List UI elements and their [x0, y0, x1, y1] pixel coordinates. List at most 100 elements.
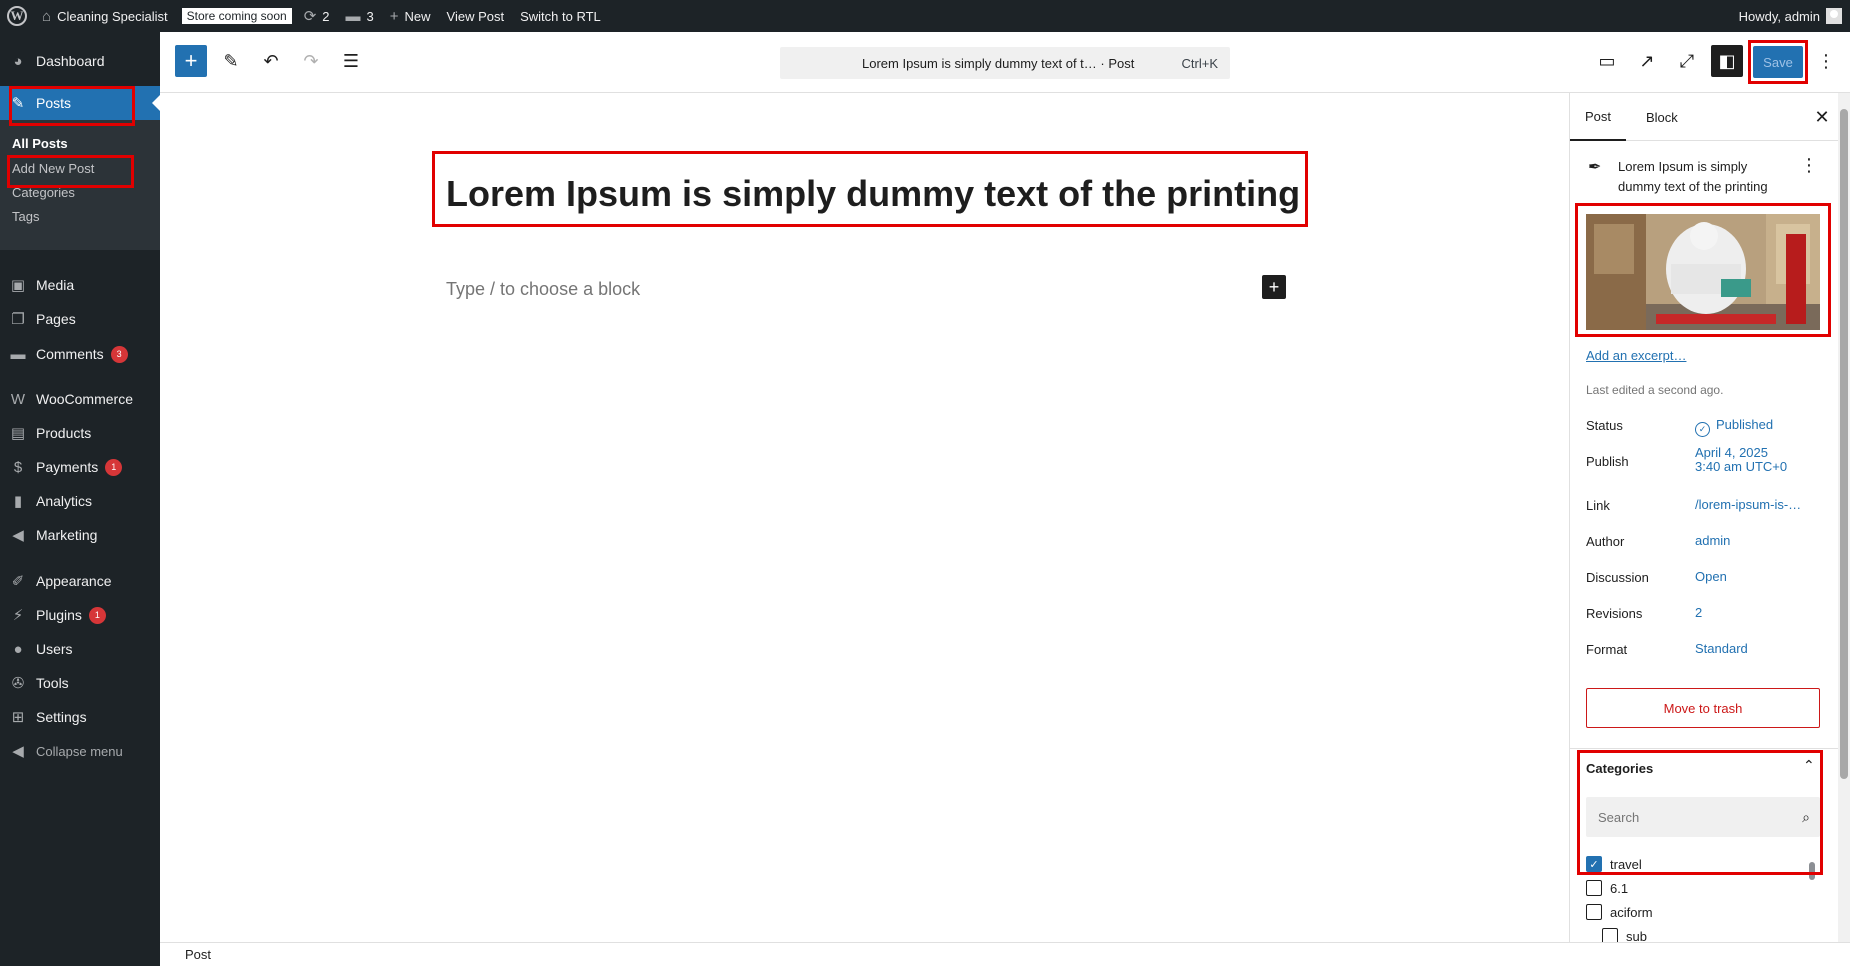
tools-button[interactable]: ✎	[215, 45, 247, 77]
switch-rtl-link[interactable]: Switch to RTL	[512, 0, 609, 32]
site-name-link[interactable]: ⌂ Cleaning Specialist	[34, 0, 176, 32]
category-checkbox[interactable]: ✓	[1586, 856, 1602, 872]
author-label: Author	[1586, 534, 1625, 549]
menu-label: WooCommerce	[36, 391, 133, 407]
wordpress-logo-menu[interactable]: W	[0, 0, 34, 32]
document-overview-button[interactable]: ☰	[335, 45, 367, 77]
chevron-up-icon[interactable]: ⌃	[1803, 757, 1815, 774]
post-actions-button[interactable]: ⋮	[1800, 155, 1818, 176]
add-block-button[interactable]: +	[1262, 275, 1286, 299]
account-menu[interactable]: Howdy, admin	[1731, 0, 1850, 32]
submenu-categories[interactable]: Categories	[12, 185, 75, 200]
move-to-trash-button[interactable]: Move to trash	[1586, 688, 1820, 728]
document-bar[interactable]: Lorem Ipsum is simply dummy text of t… ·…	[780, 47, 1230, 79]
publish-label: Publish	[1586, 454, 1629, 469]
post-title[interactable]: Lorem Ipsum is simply dummy text of the …	[446, 173, 1306, 215]
preview-button[interactable]: ▭	[1591, 45, 1623, 77]
menu-plugins[interactable]: ⚡ Plugins 1	[0, 598, 160, 632]
view-post-button[interactable]: ↗	[1631, 45, 1663, 77]
permalink-button[interactable]: /lorem-ipsum-is-…	[1695, 498, 1801, 512]
store-badge-item[interactable]: Store coming soon	[176, 0, 296, 32]
undo-button[interactable]: ↶	[255, 45, 287, 77]
menu-label: Collapse menu	[36, 743, 123, 759]
submenu-tags[interactable]: Tags	[12, 209, 39, 224]
categories-panel-toggle[interactable]: Categories	[1586, 761, 1653, 776]
editor-header: + ✎ ↶ ↷ ☰ Lorem Ipsum is simply dummy te…	[160, 32, 1850, 93]
menu-comments[interactable]: ▬ Comments 3	[0, 337, 160, 371]
menu-marketing[interactable]: ◀ Marketing	[0, 518, 160, 552]
revisions-label: Revisions	[1586, 606, 1643, 621]
author-button[interactable]: admin	[1695, 534, 1730, 548]
menu-label: Marketing	[36, 527, 98, 543]
sidebar-icon: ◧	[1718, 50, 1736, 71]
category-checkbox[interactable]	[1602, 928, 1618, 942]
save-button[interactable]: Save	[1753, 46, 1803, 78]
document-title: Lorem Ipsum is simply dummy text of t… ·…	[862, 55, 1135, 71]
editor-footer: Post	[160, 942, 1850, 966]
post-feather-icon: ✒	[1588, 159, 1602, 176]
close-sidebar-button[interactable]: ✕	[1810, 105, 1834, 129]
menu-products[interactable]: ▤ Products	[0, 416, 160, 450]
block-breadcrumb[interactable]: Post	[185, 947, 211, 962]
submenu-add-new-post[interactable]: Add New Post	[12, 161, 94, 176]
fullscreen-button[interactable]: ⤢	[1671, 45, 1703, 77]
category-item-sub[interactable]: sub	[1602, 928, 1647, 942]
collapse-icon: ◀	[12, 743, 24, 760]
category-search-input[interactable]	[1598, 809, 1778, 825]
block-placeholder[interactable]: Type / to choose a block	[446, 279, 640, 300]
category-item-6-1[interactable]: 6.1	[1586, 880, 1628, 896]
category-item-travel[interactable]: ✓ travel	[1586, 856, 1642, 872]
view-post-link[interactable]: View Post	[439, 0, 513, 32]
redo-button[interactable]: ↷	[295, 45, 327, 77]
category-item-aciform[interactable]: aciform	[1586, 904, 1653, 920]
options-button[interactable]: ⋮	[1810, 45, 1842, 77]
new-content-link[interactable]: + New	[382, 0, 439, 32]
settings-icon: ⊞	[11, 709, 25, 726]
sidebar-scrollbar[interactable]	[1838, 93, 1850, 942]
category-checkbox[interactable]	[1586, 880, 1602, 896]
categories-scrollbar[interactable]	[1808, 850, 1816, 942]
collapse-menu-button[interactable]: ◀ Collapse menu	[0, 734, 160, 768]
menu-payments[interactable]: $ Payments 1	[0, 450, 160, 484]
revisions-button[interactable]: 2	[1695, 606, 1702, 620]
status-value-button[interactable]: ✓ Published	[1695, 418, 1773, 437]
block-inserter-button[interactable]: +	[175, 45, 207, 77]
comments-link[interactable]: ▬ 3	[338, 0, 382, 32]
scrollbar-thumb[interactable]	[1840, 109, 1848, 779]
new-label: New	[404, 8, 431, 24]
avatar	[1826, 8, 1842, 24]
menu-label: Analytics	[36, 493, 93, 509]
menu-dashboard[interactable]: ◕ Dashboard	[0, 44, 160, 78]
discussion-button[interactable]: Open	[1695, 570, 1727, 584]
woocommerce-icon: W	[10, 390, 26, 408]
menu-media[interactable]: ▣ Media	[0, 268, 160, 302]
last-edited-text: Last edited a second ago.	[1586, 383, 1724, 397]
submenu-all-posts[interactable]: All Posts	[12, 136, 68, 151]
menu-users[interactable]: ● Users	[0, 632, 160, 666]
menu-appearance[interactable]: ✐ Appearance	[0, 564, 160, 598]
category-checkbox[interactable]	[1586, 904, 1602, 920]
menu-woocommerce[interactable]: W WooCommerce	[0, 382, 160, 416]
payments-icon: $	[13, 458, 23, 476]
featured-image[interactable]	[1586, 214, 1820, 330]
menu-posts[interactable]: ✎ Posts	[0, 86, 160, 120]
admin-bar: W ⌂ Cleaning Specialist Store coming soo…	[0, 0, 1850, 32]
publish-date-button[interactable]: April 4, 2025 3:40 am UTC+0	[1695, 446, 1787, 474]
tab-post[interactable]: Post	[1570, 93, 1627, 141]
add-excerpt-link[interactable]: Add an excerpt…	[1586, 348, 1686, 363]
settings-toggle-button[interactable]: ◧	[1711, 45, 1743, 77]
search-icon: ⌕	[1802, 808, 1810, 825]
menu-pages[interactable]: ❐ Pages	[0, 302, 160, 336]
updates-link[interactable]: ⟳ 2	[296, 0, 338, 32]
products-icon: ▤	[10, 425, 26, 442]
menu-settings[interactable]: ⊞ Settings	[0, 700, 160, 734]
format-button[interactable]: Standard	[1695, 642, 1748, 656]
site-name: Cleaning Specialist	[57, 8, 168, 24]
menu-label: Appearance	[36, 573, 112, 589]
menu-tools[interactable]: ✇ Tools	[0, 666, 160, 700]
menu-label: Tools	[36, 675, 69, 691]
menu-analytics[interactable]: ▮ Analytics	[0, 484, 160, 518]
category-label: sub	[1626, 928, 1647, 943]
categories-scroll-thumb[interactable]	[1809, 862, 1815, 880]
tab-block[interactable]: Block	[1646, 93, 1678, 141]
